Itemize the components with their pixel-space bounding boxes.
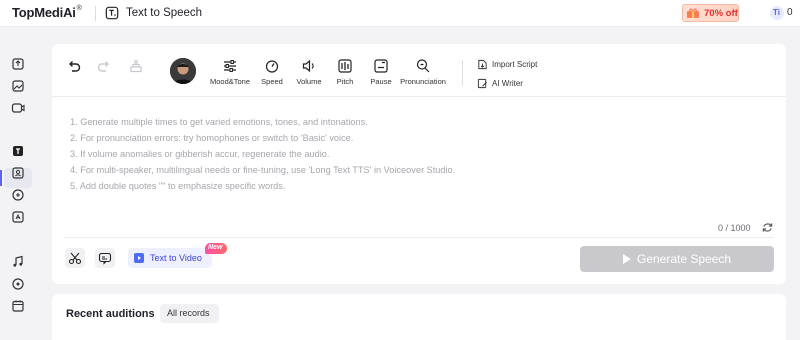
sliders-icon [224, 60, 236, 72]
text-to-speech-icon [105, 6, 119, 20]
text-input-area[interactable]: 1. Generate multiple times to get varied… [70, 114, 455, 194]
generate-speech-button[interactable]: Generate Speech [580, 246, 774, 272]
translate-icon[interactable] [10, 209, 26, 225]
credit-count: 0 [787, 7, 793, 18]
coin-icon[interactable]: Ti [770, 6, 784, 20]
all-records-tab[interactable]: All records [160, 304, 219, 323]
character-counter: 0 / 1000 [718, 223, 751, 233]
gift-icon [687, 8, 699, 18]
app-logo[interactable]: TopMediAi® [12, 5, 82, 20]
scissors-button[interactable] [65, 248, 85, 268]
pronunciation-icon [416, 59, 430, 73]
hint-line: 1. Generate multiple times to get varied… [70, 117, 368, 127]
promo-badge[interactable]: 70% off [682, 4, 739, 22]
hint-line: 4. For multi-speaker, multilingual needs… [70, 165, 456, 175]
tool-mood-tone[interactable]: Mood&Tone [207, 58, 253, 86]
new-badge: New [205, 243, 227, 254]
play-icon [623, 254, 631, 264]
editor-toolbar: Mood&Tone Speed Volume Pitch Pause Pronu… [52, 44, 786, 97]
text-to-video-button[interactable]: Text to Video [128, 248, 212, 268]
volume-icon [302, 59, 314, 73]
avatar-image [170, 58, 196, 84]
subtitle-icon [98, 252, 112, 265]
pause-icon [374, 59, 388, 73]
scissors-icon [68, 252, 82, 265]
video-icon [134, 253, 144, 263]
image-icon[interactable] [10, 78, 26, 94]
music-icon[interactable] [10, 254, 26, 270]
promo-label: 70% off [704, 8, 738, 19]
clear-icon[interactable] [128, 58, 144, 79]
editor-panel: Mood&Tone Speed Volume Pitch Pause Pronu… [52, 44, 786, 284]
hint-line: 3. If volume anomalies or gibberish accu… [70, 149, 330, 159]
tool-pause[interactable]: Pause [358, 58, 404, 86]
hint-line: 5. Add double quotes "" to emphasize spe… [70, 181, 286, 191]
import-icon [478, 59, 487, 69]
page-title: Text to Speech [126, 7, 203, 19]
sidebar [0, 28, 36, 340]
divider [64, 237, 774, 238]
speed-icon [265, 60, 279, 73]
vocal-icon[interactable] [10, 276, 26, 292]
text-to-speech-icon[interactable] [10, 143, 26, 159]
ai-writer-icon [477, 78, 487, 88]
calendar-icon[interactable] [10, 298, 26, 314]
pitch-icon [338, 59, 352, 73]
hint-line: 2. For pronunciation errors: try homopho… [70, 133, 354, 143]
recent-auditions-panel: Recent auditions All records [52, 294, 786, 340]
toolbar-divider [462, 60, 463, 86]
ai-writer-link[interactable]: AI Writer [477, 76, 523, 90]
dubbing-icon[interactable] [10, 187, 26, 203]
subtitle-button[interactable] [95, 248, 115, 268]
video-icon[interactable] [10, 100, 26, 116]
sidebar-active-indicator [0, 170, 2, 186]
recent-auditions-title: Recent auditions [66, 308, 155, 320]
voice-avatar[interactable] [170, 58, 196, 84]
refresh-icon[interactable] [761, 221, 774, 234]
divider [95, 6, 96, 21]
top-bar: TopMediAi® Text to Speech 70% off Ti 0 [0, 0, 800, 27]
upload-icon[interactable] [10, 56, 26, 72]
import-script-link[interactable]: Import Script [477, 57, 537, 71]
undo-icon[interactable] [66, 58, 82, 79]
redo-icon[interactable] [96, 58, 112, 79]
tool-pronunciation[interactable]: Pronunciation [400, 58, 446, 86]
voice-clone-icon[interactable] [10, 165, 26, 181]
